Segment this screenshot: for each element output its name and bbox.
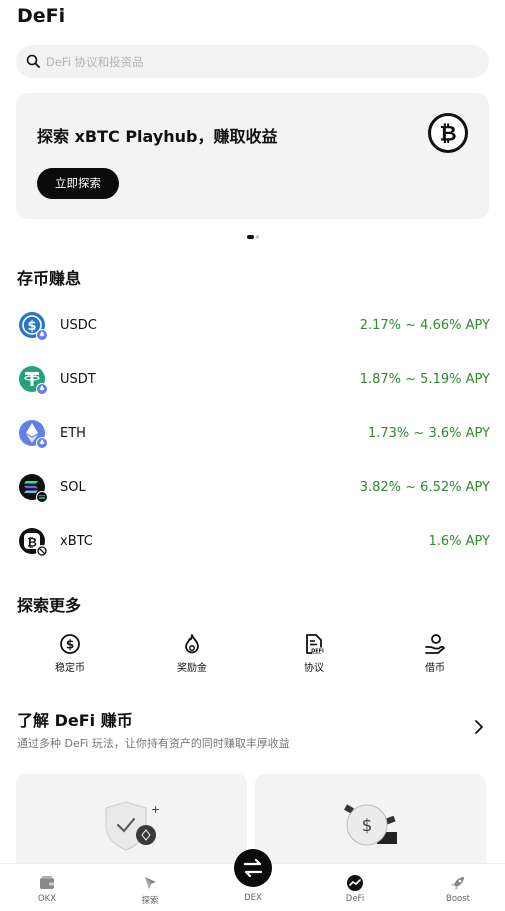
earn-row-usdt[interactable]: USDT 1.87% ~ 5.19% APY	[17, 360, 490, 400]
flame-icon	[185, 634, 199, 654]
svg-text:$: $	[27, 319, 36, 334]
svg-text:$: $	[362, 816, 373, 836]
earn-row-usdc[interactable]: $ USDC 2.17% ~ 4.66% APY	[17, 306, 490, 346]
learn-defi-subtitle: 通过多种 DeFi 玩法，让你持有资产的同时赚取丰厚收益	[17, 737, 290, 750]
apy-range: 3.82% ~ 6.52% APY	[359, 480, 490, 495]
apy-range: 1.6% APY	[428, 534, 490, 549]
xbtc-icon: ₿	[19, 528, 48, 557]
explore-now-button[interactable]: 立即探索	[37, 168, 119, 199]
bitcoin-icon: ₿	[428, 113, 468, 153]
apy-range: 1.87% ~ 5.19% APY	[359, 372, 490, 387]
explore-item-protocol[interactable]: DEFI 协议	[274, 633, 354, 674]
promo-banner[interactable]: 探索 xBTC Playhub，赚取收益 立即探索 ₿	[16, 93, 489, 219]
shield-check-icon: +	[105, 801, 160, 851]
explore-item-label: 协议	[304, 663, 324, 674]
learn-defi-title[interactable]: 了解 DeFi 赚币	[17, 707, 133, 731]
carousel-dot-active	[247, 235, 254, 239]
chart-icon	[347, 875, 363, 891]
svg-text:$: $	[66, 638, 74, 652]
chevron-right-icon[interactable]	[472, 719, 486, 735]
page-title: DeFi	[17, 5, 66, 27]
tab-okx[interactable]: OKX	[17, 874, 77, 904]
svg-text:+: +	[151, 803, 160, 816]
explore-item-borrow[interactable]: 借币	[395, 633, 475, 674]
dollar-icon: $	[60, 634, 80, 654]
asset-name: USDT	[60, 372, 96, 387]
tab-label: Boost	[446, 894, 470, 904]
sol-icon	[19, 474, 48, 503]
apy-range: 2.17% ~ 4.66% APY	[359, 318, 490, 333]
swap-icon	[243, 858, 263, 878]
tab-defi[interactable]: DeFi	[325, 874, 385, 904]
banner-title: 探索 xBTC Playhub，赚取收益	[37, 127, 278, 146]
wallet-icon	[40, 876, 54, 889]
rocket-icon	[451, 877, 464, 890]
search-bar[interactable]: DeFi 协议和投资品	[16, 45, 489, 78]
tab-label: OKX	[37, 894, 57, 904]
svg-text:₿: ₿	[27, 536, 37, 550]
tab-label: DeFi	[345, 894, 365, 904]
earn-row-eth[interactable]: ETH 1.73% ~ 3.6% APY	[17, 414, 490, 454]
document-icon: DEFI	[306, 634, 324, 655]
svg-text:DEFI: DEFI	[311, 649, 324, 655]
tab-boost[interactable]: Boost	[428, 874, 488, 904]
explore-item-stablecoin[interactable]: $ 稳定币	[30, 633, 110, 674]
svg-text:₿: ₿	[439, 122, 456, 146]
explore-item-rewards[interactable]: 奖励金	[152, 633, 232, 674]
coin-stack-icon: $	[344, 804, 397, 846]
asset-name: SOL	[60, 480, 86, 495]
hand-coin-icon	[425, 634, 445, 654]
explore-item-label: 奖励金	[177, 663, 207, 674]
carousel-dot	[256, 235, 259, 239]
usdc-icon: $	[19, 312, 48, 341]
earn-row-sol[interactable]: SOL 3.82% ~ 6.52% APY	[17, 468, 490, 508]
tab-dex[interactable]	[234, 849, 272, 887]
earn-row-xbtc[interactable]: ₿ xBTC 1.6% APY	[17, 522, 490, 562]
search-icon	[26, 54, 40, 68]
asset-name: ETH	[60, 426, 86, 441]
apy-range: 1.73% ~ 3.6% APY	[367, 426, 490, 441]
compass-icon	[145, 877, 156, 889]
search-placeholder: DeFi 协议和投资品	[46, 55, 144, 69]
asset-name: USDC	[60, 318, 97, 333]
explore-section-title: 探索更多	[17, 596, 82, 615]
explore-item-label: 借币	[425, 663, 445, 674]
explore-item-label: 稳定币	[55, 663, 85, 674]
tab-label: DEX	[244, 893, 262, 903]
asset-name: xBTC	[60, 534, 93, 549]
earn-section-title: 存币赚息	[17, 269, 82, 288]
tab-explore[interactable]: 探索	[120, 874, 180, 906]
usdt-icon	[19, 366, 48, 395]
tab-label: 探索	[141, 896, 159, 906]
eth-icon	[19, 420, 48, 449]
